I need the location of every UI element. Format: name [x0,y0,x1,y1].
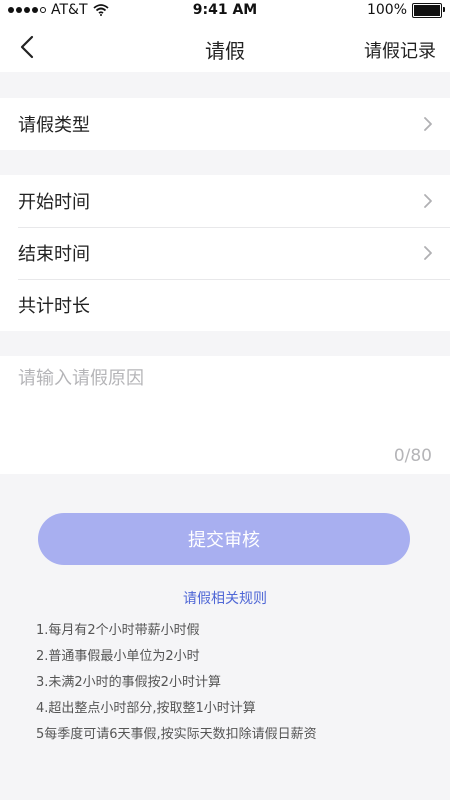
nav-bar: 请假 请假记录 [0,22,450,72]
rule-item: 5每季度可请6天事假,按实际天数扣除请假日薪资 [36,727,317,742]
status-right: 100% [366,2,445,18]
leave-records-link[interactable]: 请假记录 [364,37,436,63]
time-section: 开始时间 结束时间 共计时长 [0,175,450,331]
rule-item: 3.未满2小时的事假按2小时计算 [36,675,221,690]
rule-item: 4.超出整点小时部分,按取整1小时计算 [36,701,256,716]
leave-type-label: 请假类型 [18,115,90,136]
rule-item: 2.普通事假最小单位为2小时 [36,649,200,664]
reason-input[interactable] [16,362,438,436]
submit-review-button[interactable]: 提交审核 [38,513,410,565]
chevron-right-icon [424,194,432,208]
start-time-row[interactable]: 开始时间 [0,175,450,227]
chevron-right-icon [424,246,432,260]
leave-rules-link[interactable]: 请假相关规则 [0,588,450,608]
rule-item: 1.每月有2个小时带薪小时假 [36,623,200,638]
reason-section: 0/80 [0,356,450,474]
end-time-row[interactable]: 结束时间 [0,227,450,279]
character-counter: 0/80 [393,446,432,466]
duration-row: 共计时长 [0,279,450,331]
chevron-right-icon [424,117,432,131]
status-bar: AT&T 9:41 AM 100% [0,0,450,22]
rules-list: 1.每月有2个小时带薪小时假 2.普通事假最小单位为2小时 3.未满2小时的事假… [36,618,317,748]
battery-percent: 100% [366,2,407,18]
leave-type-section: 请假类型 [0,98,450,150]
start-time-label: 开始时间 [18,192,90,213]
duration-label: 共计时长 [18,296,90,317]
battery-icon [412,2,445,18]
leave-type-row[interactable]: 请假类型 [0,98,450,150]
end-time-label: 结束时间 [18,244,90,265]
